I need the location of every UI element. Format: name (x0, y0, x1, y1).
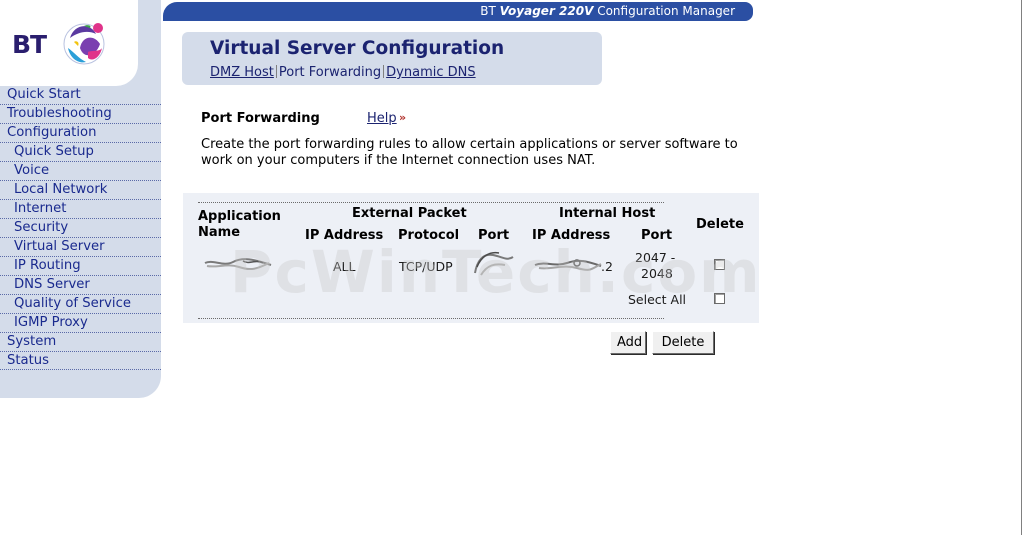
cell-protocol: TCP/UDP (399, 259, 453, 274)
sidebar-item-dns-server[interactable]: DNS Server (0, 276, 161, 295)
header-external-packet: External Packet (352, 206, 467, 221)
sidebar-item-ip-routing[interactable]: IP Routing (0, 257, 161, 276)
sidebar-item-internet[interactable]: Internet (0, 200, 161, 219)
subpage-tabs: DMZ Host Port Forwarding Dynamic DNS (210, 65, 476, 80)
header-application: Application (198, 209, 281, 224)
logo-text: BT (12, 30, 47, 59)
divider (198, 202, 664, 203)
sidebar-item-system[interactable]: System (0, 333, 161, 352)
sidebar: BT Quick Start Troubleshooting Configurati… (0, 0, 161, 398)
sidebar-nav: Quick Start Troubleshooting Configuration Q… (0, 86, 161, 370)
section-description: Create the port forwarding rules to allo… (201, 137, 738, 168)
header-internal-host: Internal Host (559, 206, 656, 221)
header-internal-ip: IP Address (532, 228, 611, 243)
bt-globe-icon (63, 23, 105, 65)
sidebar-item-quick-start[interactable]: Quick Start (0, 86, 161, 105)
port-forwarding-table: Application Name External Packet Interna… (183, 193, 759, 323)
header-name: Name (198, 225, 241, 240)
header-title-prefix: BT (480, 4, 500, 18)
sidebar-item-configuration[interactable]: Configuration (0, 124, 161, 143)
cell-internal-port-line1: 2047 - (635, 250, 676, 265)
sidebar-item-status[interactable]: Status (0, 352, 161, 370)
cell-internal-ip-suffix: .2 (601, 259, 613, 274)
select-all-checkbox[interactable] (714, 293, 725, 304)
header-delete: Delete (696, 217, 744, 232)
section-title: Port Forwarding (201, 111, 320, 126)
add-button[interactable]: Add (610, 331, 646, 354)
delete-button[interactable]: Delete (652, 331, 714, 354)
tab-dmz-host[interactable]: DMZ Host (210, 65, 274, 80)
header-external-ip: IP Address (305, 228, 384, 243)
redacted-external-port (474, 251, 514, 276)
redacted-application-name (204, 258, 272, 271)
page-title: Virtual Server Configuration (210, 38, 505, 59)
tab-port-forwarding: Port Forwarding (278, 65, 382, 80)
sidebar-item-voice[interactable]: Voice (0, 162, 161, 181)
delete-row-checkbox[interactable] (714, 259, 725, 270)
sidebar-item-igmp-proxy[interactable]: IGMP Proxy (0, 314, 161, 333)
cell-external-ip: ALL (333, 259, 356, 274)
logo: BT (0, 0, 138, 86)
tab-separator (275, 65, 277, 78)
header-protocol: Protocol (398, 228, 460, 243)
header-title-model: Voyager 220V (499, 4, 594, 18)
divider (198, 318, 664, 319)
sidebar-item-quality-of-service[interactable]: Quality of Service (0, 295, 161, 314)
cell-internal-port-line2: 2048 (641, 266, 673, 281)
header-internal-port: Port (641, 228, 673, 243)
header-external-port: Port (478, 228, 510, 243)
page-title-box: Virtual Server Configuration DMZ Host Por… (182, 32, 602, 85)
select-all-label: Select All (628, 292, 687, 307)
help-link[interactable]: Help (367, 111, 397, 126)
sidebar-item-security[interactable]: Security (0, 219, 161, 238)
double-chevron-right-icon[interactable]: » (399, 111, 406, 124)
header-bar: BT Voyager 220V Configuration Manager (163, 2, 753, 21)
sidebar-item-local-network[interactable]: Local Network (0, 181, 161, 200)
tab-separator (383, 65, 385, 78)
redacted-internal-ip (534, 259, 602, 271)
sidebar-item-virtual-server[interactable]: Virtual Server (0, 238, 161, 257)
sidebar-item-troubleshooting[interactable]: Troubleshooting (0, 105, 161, 124)
header-title-suffix: Configuration Manager (593, 4, 735, 18)
sidebar-item-quick-setup[interactable]: Quick Setup (0, 143, 161, 162)
tab-dynamic-dns[interactable]: Dynamic DNS (386, 65, 475, 80)
